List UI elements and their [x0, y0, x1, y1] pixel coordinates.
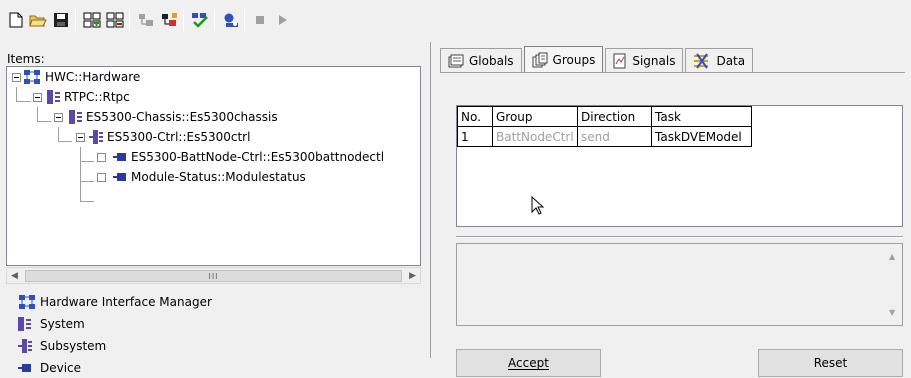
- scroll-thumb-grip: III: [208, 271, 219, 281]
- device-icon: [18, 364, 31, 372]
- tab-globals[interactable]: Globals: [440, 48, 522, 72]
- col-header-task[interactable]: Task: [651, 106, 752, 127]
- section-divider: [456, 236, 903, 238]
- cell-task[interactable]: TaskDVEModel: [651, 126, 752, 147]
- scroll-left-icon[interactable]: ◀: [11, 271, 18, 281]
- system-icon: [69, 110, 82, 124]
- remove-group-icon[interactable]: [105, 10, 125, 30]
- system-icon: [18, 317, 31, 331]
- save-icon[interactable]: [51, 10, 71, 30]
- tab-signals[interactable]: Signals: [605, 48, 684, 72]
- device-icon: [113, 153, 126, 161]
- scroll-thumb[interactable]: III: [25, 270, 402, 282]
- item-checkbox[interactable]: [97, 152, 106, 162]
- legend-item-system: System: [18, 314, 85, 334]
- settings-icon[interactable]: [221, 10, 241, 30]
- tree-item-rtpc[interactable]: RTPC::Rtpc: [33, 87, 130, 107]
- tree-item-label: HWC::Hardware: [45, 70, 141, 84]
- legend-label: Device: [40, 361, 82, 375]
- collapse-toggle[interactable]: [12, 72, 21, 82]
- subsystem-icon: [89, 130, 103, 144]
- accept-button[interactable]: Accept: [456, 349, 601, 377]
- tree-item-label: RTPC::Rtpc: [64, 90, 130, 104]
- grid-header-row: No. Group Direction Task: [457, 106, 752, 127]
- data-icon: [694, 52, 709, 69]
- legend-item-subsystem: Subsystem: [18, 336, 106, 356]
- accept-label: Accept: [508, 356, 549, 370]
- collapse-toggle[interactable]: [76, 132, 85, 142]
- pane-splitter[interactable]: [430, 42, 434, 358]
- items-tree[interactable]: HWC::Hardware RTPC::Rtpc ES5300-Chassis:…: [6, 66, 421, 266]
- collapse-toggle[interactable]: [54, 112, 63, 122]
- item-checkbox[interactable]: [97, 172, 106, 182]
- collapse-toggle[interactable]: [33, 92, 42, 102]
- legend-label: System: [40, 317, 85, 331]
- tree-item-label: ES5300-Chassis::Es5300chassis: [86, 110, 278, 124]
- reset-button[interactable]: Reset: [758, 349, 903, 377]
- import-icon[interactable]: [136, 10, 156, 30]
- items-label: Items:: [7, 52, 45, 66]
- tree-item-ctrl[interactable]: ES5300-Ctrl::Es5300ctrl: [76, 127, 250, 147]
- open-icon[interactable]: [28, 10, 48, 30]
- tree-item-label: Module-Status::Modulestatus: [131, 170, 306, 184]
- cell-direction[interactable]: send: [577, 126, 652, 147]
- add-group-icon[interactable]: [82, 10, 102, 30]
- legend-label: Subsystem: [40, 339, 107, 353]
- col-header-group[interactable]: Group: [492, 106, 578, 127]
- cell-no[interactable]: 1: [457, 126, 493, 147]
- legend-item-device: Device: [18, 358, 81, 378]
- tree-item-label: ES5300-BattNode-Ctrl::Es5300battnodectl: [131, 150, 385, 164]
- hardware-icon: [24, 70, 40, 84]
- tree-item-hardware[interactable]: HWC::Hardware: [12, 67, 140, 87]
- tab-label: Data: [716, 53, 746, 68]
- cell-group[interactable]: BattNodeCtrl: [492, 126, 578, 147]
- tree-item-battnode[interactable]: ES5300-BattNode-Ctrl::Es5300battnodectl: [97, 147, 384, 167]
- col-header-no[interactable]: No.: [457, 106, 493, 127]
- scroll-up-icon[interactable]: ▲: [889, 252, 895, 261]
- toolbar: [0, 0, 911, 40]
- details-textbox[interactable]: ▲ ▼: [456, 243, 903, 326]
- hardware-icon: [19, 295, 35, 309]
- groups-panel: No. Group Direction Task 1 BattNodeCtrl …: [440, 72, 905, 377]
- legend-item-hardware: Hardware Interface Manager: [18, 292, 212, 312]
- play-icon[interactable]: [272, 10, 292, 30]
- legend-label: Hardware Interface Manager: [40, 295, 212, 309]
- device-icon: [113, 173, 126, 181]
- scroll-down-icon[interactable]: ▼: [889, 308, 895, 317]
- signals-icon: [613, 53, 626, 68]
- tab-label: Signals: [632, 53, 676, 68]
- subsystem-icon: [18, 339, 32, 353]
- items-pane: Items: HWC::Hardware RTPC::Rtpc ES5300-C…: [0, 42, 427, 375]
- vertical-scrollbar[interactable]: ▲ ▼: [885, 244, 902, 325]
- tab-bar: Globals Groups Signals Data: [440, 46, 755, 72]
- reset-label: Reset: [813, 356, 848, 370]
- export-icon[interactable]: [159, 10, 179, 30]
- groups-grid[interactable]: No. Group Direction Task 1 BattNodeCtrl …: [456, 105, 903, 227]
- tree-item-module-status[interactable]: Module-Status::Modulestatus: [97, 167, 306, 187]
- table-row[interactable]: 1 BattNodeCtrl send TaskDVEModel: [457, 126, 752, 147]
- mouse-cursor-icon: [531, 196, 545, 215]
- tree-item-chassis[interactable]: ES5300-Chassis::Es5300chassis: [54, 107, 278, 127]
- new-icon[interactable]: [6, 10, 26, 30]
- tab-label: Groups: [552, 52, 596, 67]
- tab-groups[interactable]: Groups: [523, 46, 604, 72]
- stop-icon[interactable]: [250, 10, 270, 30]
- properties-pane: Globals Groups Signals Data No. Group Di…: [436, 42, 911, 377]
- tab-label: Globals: [469, 53, 514, 68]
- tree-item-label: ES5300-Ctrl::Es5300ctrl: [107, 130, 251, 144]
- horizontal-scrollbar[interactable]: ◀ III ▶: [6, 267, 421, 284]
- system-icon: [47, 90, 60, 104]
- check-icon[interactable]: [190, 10, 210, 30]
- groups-icon: [532, 52, 548, 67]
- col-header-direction[interactable]: Direction: [577, 106, 652, 127]
- scroll-right-icon[interactable]: ▶: [409, 271, 416, 281]
- tab-data[interactable]: Data: [685, 48, 754, 72]
- globals-icon: [448, 54, 464, 67]
